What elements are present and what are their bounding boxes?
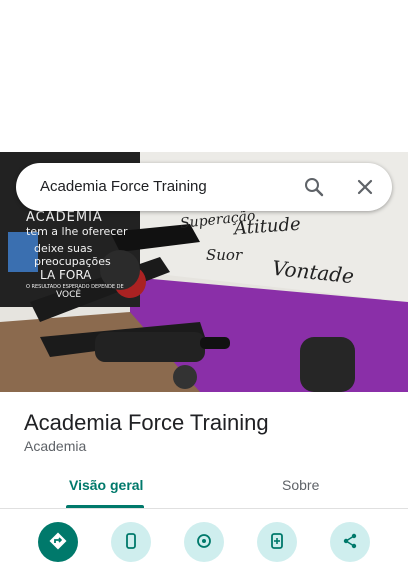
close-icon[interactable]	[353, 175, 377, 199]
sign-line: ACADEMIA	[26, 210, 103, 225]
share-button[interactable]	[330, 522, 370, 562]
sign-line: VOCÊ	[56, 290, 82, 300]
sign-line: tem a lhe oferecer	[26, 225, 128, 238]
call-button[interactable]	[111, 522, 151, 562]
send-to-phone-button[interactable]	[257, 522, 297, 562]
place-category: Academia	[24, 438, 87, 454]
search-bar[interactable]: Academia Force Training	[16, 163, 392, 211]
directions-button[interactable]	[38, 522, 78, 562]
place-title: Academia Force Training	[24, 410, 269, 435]
sign-line: O RESULTADO ESPERADO DEPENDE DE	[26, 284, 124, 290]
search-input[interactable]: Academia Force Training	[40, 178, 207, 195]
sign-line: preocupações	[34, 255, 111, 268]
sign-line: deixe suas	[34, 242, 93, 255]
sign-line: LA FORA	[40, 268, 92, 282]
nearby-icon	[197, 534, 211, 548]
wall-word: Suor	[206, 246, 243, 264]
share-icon	[343, 533, 357, 549]
save-to-phone-icon	[271, 533, 283, 549]
phone-icon	[126, 533, 136, 549]
directions-icon	[49, 532, 67, 550]
search-icon[interactable]	[302, 175, 326, 199]
tab-divider	[0, 508, 408, 509]
nearby-button[interactable]	[184, 522, 224, 562]
sign-text: ACADEMIA tem a lhe oferecer deixe suas p…	[26, 210, 138, 300]
tab-overview[interactable]: Visão geral	[69, 477, 143, 493]
tab-about[interactable]: Sobre	[282, 477, 319, 493]
map-blank-area	[0, 0, 408, 152]
